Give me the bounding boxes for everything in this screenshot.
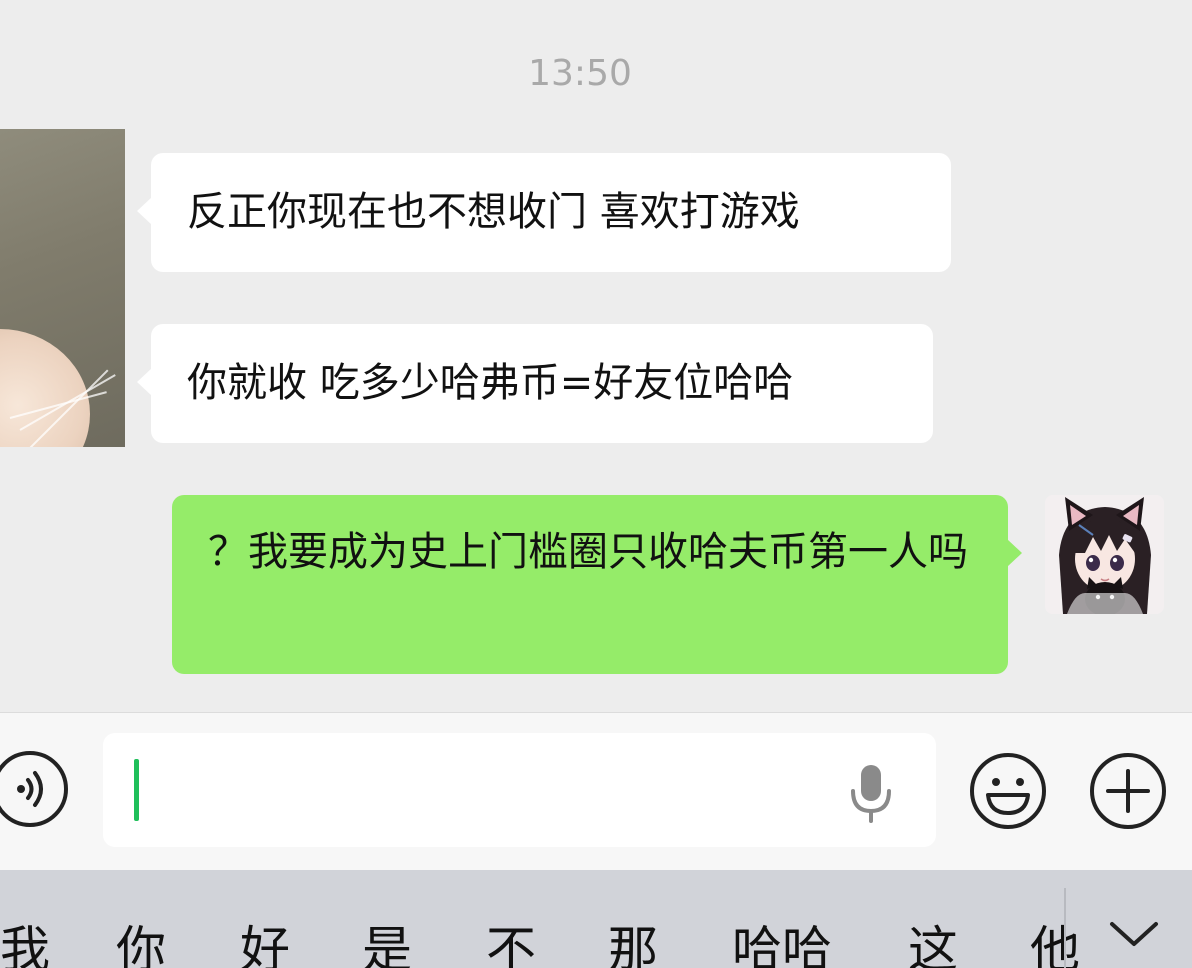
message-timestamp: 13:50 <box>528 53 632 94</box>
chevron-down-icon[interactable] <box>1108 918 1160 950</box>
my-avatar[interactable] <box>1045 495 1164 614</box>
anime-girl-avatar-icon <box>1045 495 1164 614</box>
candidate-word[interactable]: 这 <box>908 920 958 968</box>
contact-avatar[interactable] <box>0 129 125 447</box>
voice-toggle-button[interactable] <box>0 751 68 827</box>
candidate-word[interactable]: 我 <box>0 920 50 968</box>
candidate-word[interactable]: 那 <box>608 920 658 968</box>
incoming-message-bubble[interactable]: 你就收 吃多少哈弗币=好友位哈哈 <box>137 324 933 443</box>
candidate-word[interactable]: 他 <box>1030 920 1080 968</box>
message-input[interactable] <box>103 733 936 847</box>
outgoing-message-bubble[interactable]: ？我要成为史上门槛圈只收哈夫币第一人吗 <box>172 495 1022 674</box>
candidate-divider <box>1064 888 1066 968</box>
candidate-word[interactable]: 是 <box>362 920 412 968</box>
candidate-word[interactable]: 你 <box>116 920 166 968</box>
emoji-icon[interactable] <box>968 751 1048 831</box>
candidate-word[interactable]: 哈哈 <box>732 920 832 968</box>
keyboard-candidate-bar: 我 你 好 是 不 那 哈哈 这 他 <box>0 870 1192 968</box>
microphone-icon[interactable] <box>848 763 894 823</box>
message-text: 你就收 吃多少哈弗币=好友位哈哈 <box>187 360 794 406</box>
cat-photo <box>0 329 90 447</box>
candidate-word[interactable]: 好 <box>240 920 290 968</box>
message-text: ？我要成为史上门槛圈只收哈夫币第一人吗 <box>208 529 968 575</box>
incoming-message-bubble[interactable]: 反正你现在也不想收门 喜欢打游戏 <box>137 153 951 272</box>
message-text: 反正你现在也不想收门 喜欢打游戏 <box>187 189 800 235</box>
chat-area: 13:50 反正你现在也不想收门 喜欢打游戏 你就收 吃多少哈弗币=好友位哈哈 … <box>0 0 1192 712</box>
message-input-bar <box>0 712 1192 870</box>
plus-icon[interactable] <box>1088 751 1168 831</box>
candidate-word[interactable]: 不 <box>486 920 536 968</box>
voice-toggle-icon <box>17 771 43 807</box>
text-caret <box>134 759 139 821</box>
